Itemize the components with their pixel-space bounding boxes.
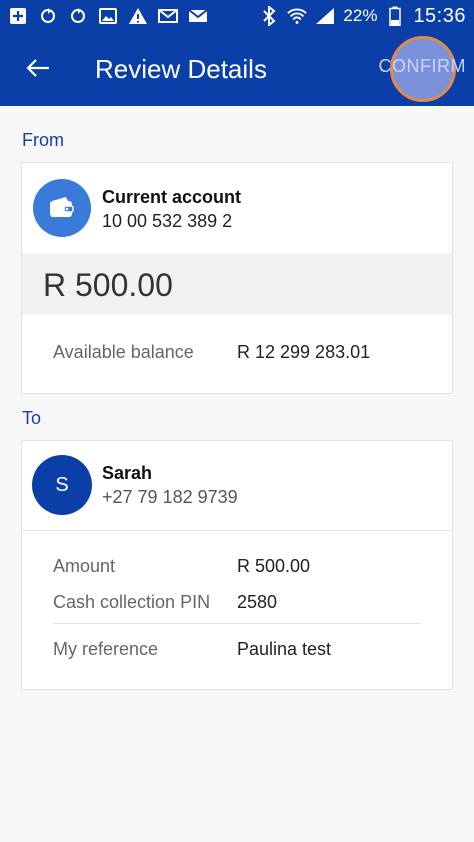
account-row: Current account 10 00 532 389 2: [22, 163, 452, 253]
reference-value: Paulina test: [237, 639, 332, 659]
from-label: From: [22, 130, 64, 150]
signal-icon: [315, 6, 335, 26]
battery-icon: [385, 6, 405, 26]
status-bar: 22% 15:36: [0, 0, 474, 32]
reference-label: My reference: [53, 639, 159, 659]
pin-value: 2580: [237, 592, 278, 612]
recipient-phone: +27 79 182 9739: [102, 487, 238, 507]
account-number: 10 00 532 389 2: [102, 211, 233, 231]
recipient-name: Sarah: [102, 463, 153, 483]
account-name: Current account: [102, 187, 242, 207]
back-arrow-icon: [26, 59, 49, 77]
app-bar: Review Details CONFIRM: [0, 32, 474, 106]
divider: [22, 530, 452, 531]
confirm-button[interactable]: CONFIRM: [379, 56, 467, 77]
notification-icons: [8, 6, 208, 26]
image-icon: [98, 6, 118, 26]
balance-value: R 12 299 283.01: [237, 342, 371, 362]
wifi-icon: [287, 6, 308, 26]
sync-icon: [38, 6, 58, 26]
page-title: Review Details: [95, 54, 267, 84]
bluetooth-icon: [259, 6, 279, 26]
amount-value: R 500.00: [237, 556, 311, 576]
to-label: To: [22, 408, 42, 428]
divider: [53, 623, 421, 624]
wallet-icon: [33, 179, 91, 237]
battery-percent: 22%: [343, 6, 378, 25]
back-button[interactable]: [20, 50, 56, 86]
pin-label: Cash collection PIN: [53, 592, 211, 612]
balance-label: Available balance: [53, 342, 194, 362]
mail-icon: [158, 6, 178, 26]
from-card: Current account 10 00 532 389 2 R 500.00…: [21, 162, 453, 394]
amount-label: Amount: [53, 556, 116, 576]
to-card: S Sarah +27 79 182 9739 Amount R 500.00 …: [21, 440, 453, 690]
clock: 15:36: [413, 4, 466, 27]
system-indicators: 22% 15:36: [259, 5, 466, 28]
transfer-amount: R 500.00: [43, 267, 173, 303]
add-box-icon: [8, 6, 28, 26]
warning-icon: [128, 6, 148, 26]
amount-band: R 500.00: [22, 253, 452, 315]
mail-icon: [188, 6, 208, 26]
avatar: S: [32, 455, 92, 515]
sync-icon: [68, 6, 88, 26]
